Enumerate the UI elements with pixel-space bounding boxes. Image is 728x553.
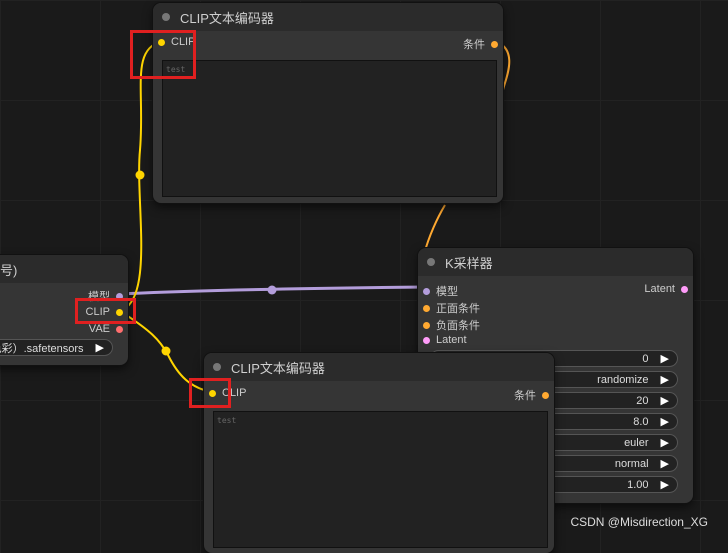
clip-text-encoder-node-bottom[interactable]: CLIP文本编码器 CLIP 条件 test (204, 353, 554, 553)
vae-output-label: VAE (88, 323, 110, 335)
arrow-right-icon[interactable]: ▶ (661, 436, 669, 449)
node-title: K采样器 (445, 255, 493, 271)
arrow-right-icon[interactable]: ▶ (96, 341, 104, 354)
ckpt-name-select[interactable]: 色彩）.safetensors ▶ (0, 339, 113, 356)
collapse-dot-icon[interactable] (427, 258, 435, 266)
latent-input-slot[interactable]: Latent (423, 334, 467, 346)
clip-text-encoder-node-top[interactable]: CLIP文本编码器 CLIP 条件 test (153, 3, 503, 203)
watermark: CSDN @Misdirection_XG (570, 515, 708, 529)
negative-input-label: 负面条件 (436, 320, 480, 332)
conditioning-output-label: 条件 (514, 390, 536, 402)
arrow-right-icon[interactable]: ▶ (661, 457, 669, 470)
ckpt-name-value: 色彩）.safetensors (0, 342, 84, 355)
prompt-textarea[interactable]: test (213, 411, 548, 548)
collapse-dot-icon[interactable] (162, 13, 170, 21)
model-link-midpoint (267, 285, 277, 295)
model-input-slot[interactable]: 模型 (423, 283, 458, 299)
latent-output-slot[interactable]: Latent (644, 283, 688, 295)
prompt-textarea[interactable]: test (162, 60, 497, 197)
seed-value: 0 (642, 352, 649, 365)
node-title: CLIP文本编码器 (180, 10, 274, 26)
control-value: randomize (597, 373, 649, 386)
latent-input-label: Latent (436, 334, 467, 346)
cfg-value: 8.0 (633, 415, 649, 428)
node-title-bar[interactable]: CLIP文本编码器 (153, 3, 503, 31)
model-input-label: 模型 (436, 286, 458, 298)
latent-input-dot-icon[interactable] (423, 336, 430, 344)
clip-link-bottom-midpoint (161, 346, 171, 356)
node-title-fragment: 号) (0, 262, 18, 278)
arrow-right-icon[interactable]: ▶ (661, 352, 669, 365)
highlight-box-bottom-clip-input (189, 378, 231, 408)
denoise-value: 1.00 (627, 478, 649, 491)
latent-output-label: Latent (644, 283, 675, 295)
arrow-right-icon[interactable]: ▶ (661, 478, 669, 491)
conditioning-output-label: 条件 (463, 39, 485, 51)
highlight-box-top-clip-input (130, 30, 196, 79)
conditioning-output-dot-icon[interactable] (542, 391, 549, 399)
node-title: CLIP文本编码器 (231, 360, 325, 376)
arrow-right-icon[interactable]: ▶ (661, 373, 669, 386)
node-title-bar[interactable]: CLIP文本编码器 (204, 353, 554, 381)
node-title-bar[interactable]: 号) (0, 255, 128, 283)
vae-output-dot-icon[interactable] (116, 325, 123, 333)
conditioning-output-dot-icon[interactable] (491, 40, 498, 48)
node-title-bar[interactable]: K采样器 (418, 248, 693, 276)
positive-input-slot[interactable]: 正面条件 (423, 300, 480, 316)
negative-input-slot[interactable]: 负面条件 (423, 317, 480, 333)
positive-input-label: 正面条件 (436, 303, 480, 315)
collapse-dot-icon[interactable] (213, 363, 221, 371)
conditioning-output-slot[interactable]: 条件 (463, 36, 498, 52)
latent-output-dot-icon[interactable] (681, 285, 688, 293)
positive-input-dot-icon[interactable] (423, 304, 430, 312)
sampler-value: euler (624, 436, 649, 449)
highlight-box-checkpoint-clip-output (75, 298, 136, 324)
model-link (119, 285, 426, 296)
scheduler-value: normal (614, 457, 649, 470)
arrow-right-icon[interactable]: ▶ (661, 394, 669, 407)
arrow-right-icon[interactable]: ▶ (661, 415, 669, 428)
steps-value: 20 (636, 394, 649, 407)
model-input-dot-icon[interactable] (423, 287, 430, 295)
clip-link-top-midpoint (135, 170, 145, 180)
vae-output-slot[interactable]: VAE (89, 323, 123, 335)
negative-input-dot-icon[interactable] (423, 321, 430, 329)
conditioning-output-slot[interactable]: 条件 (514, 387, 549, 403)
